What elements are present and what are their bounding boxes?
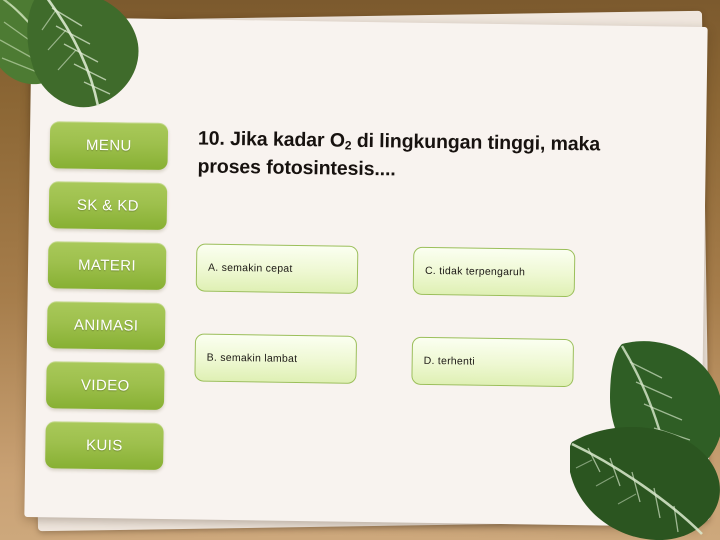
menu-item-label: ANIMASI [73, 316, 139, 335]
question-text: 10. Jika kadar O2 di lingkungan tinggi, … [197, 125, 658, 187]
answer-option-a[interactable]: A. semakin cepat [195, 243, 359, 294]
menu-item-materi[interactable]: MATERI [47, 241, 167, 291]
answer-option-c[interactable]: C. tidak terpengaruh [412, 246, 576, 298]
answer-option-d[interactable]: D. terhenti [411, 336, 575, 388]
menu-item-video[interactable]: VIDEO [45, 361, 165, 411]
answer-row-bottom: B. semakin lambat D. terhenti [194, 333, 635, 388]
menu-item-menu[interactable]: MENU [49, 121, 169, 171]
menu-item-label: MATERI [77, 256, 137, 275]
menu-item-kuis[interactable]: KUIS [45, 421, 164, 471]
answer-option-label: A. semakin cepat [207, 261, 293, 275]
answer-row-top: A. semakin cepat C. tidak terpengaruh [195, 243, 637, 298]
answer-options: A. semakin cepat C. tidak terpengaruh B.… [194, 243, 637, 430]
menu-item-label: KUIS [85, 436, 123, 455]
question-part-before: 10. Jika kadar O [197, 127, 346, 152]
answer-option-label: D. terhenti [423, 354, 475, 368]
menu-item-label: MENU [85, 136, 132, 155]
menu-item-sk-kd[interactable]: SK & KD [48, 181, 168, 231]
slide-stage: MENU SK & KD MATERI ANIMASI VIDEO KUIS 1… [0, 0, 720, 540]
answer-option-label: B. semakin lambat [206, 351, 298, 365]
menu-item-animasi[interactable]: ANIMASI [46, 301, 166, 351]
answer-option-label: C. tidak terpengaruh [424, 264, 526, 279]
menu-item-label: SK & KD [76, 196, 140, 215]
slide-card: MENU SK & KD MATERI ANIMASI VIDEO KUIS 1… [24, 17, 708, 527]
navigation-menu: MENU SK & KD MATERI ANIMASI VIDEO KUIS [45, 121, 169, 483]
menu-item-label: VIDEO [80, 376, 130, 395]
answer-option-b[interactable]: B. semakin lambat [194, 333, 358, 384]
